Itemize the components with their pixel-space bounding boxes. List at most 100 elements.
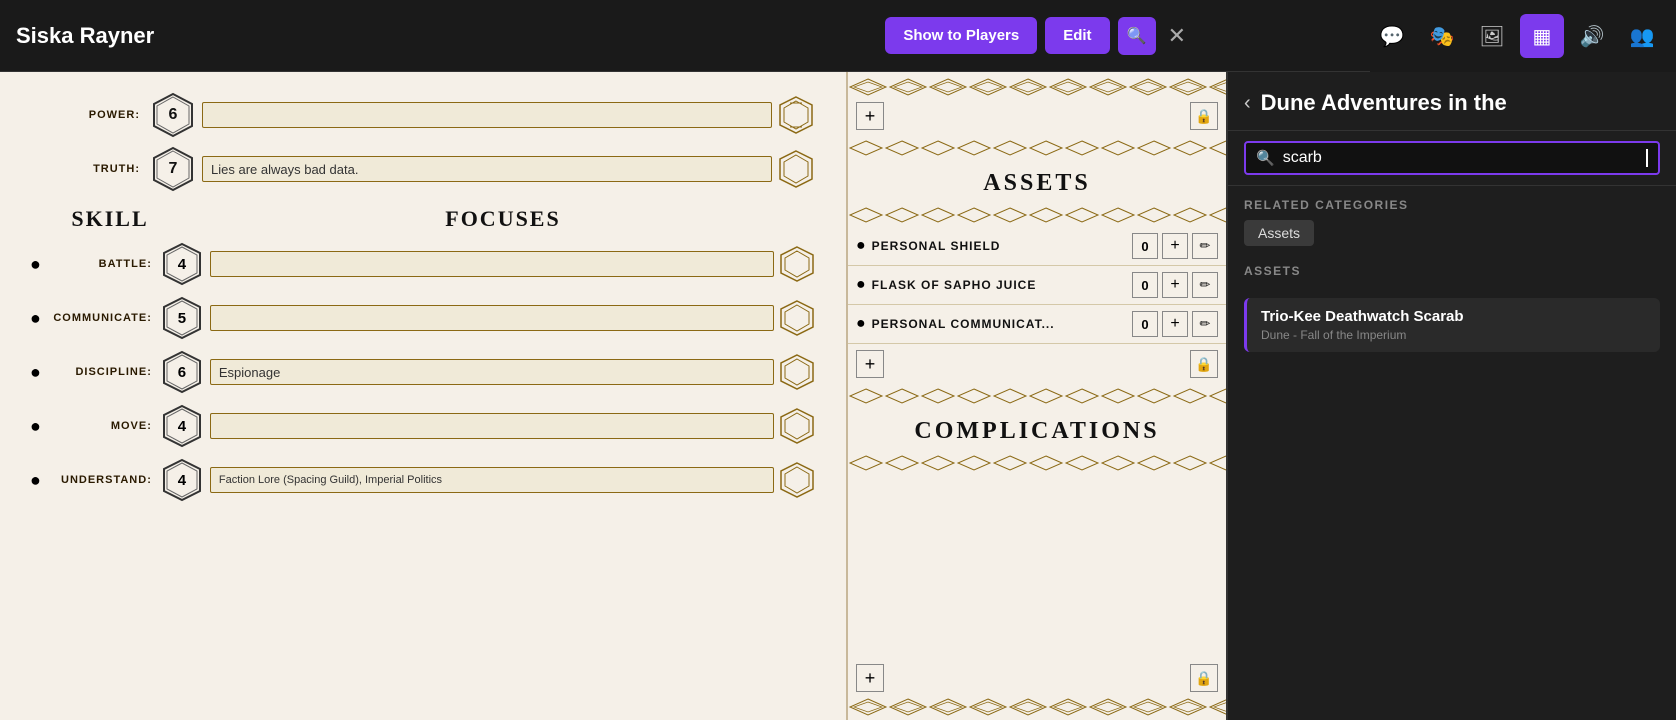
content-area: POWER: 6 <box>0 72 1676 720</box>
asset-row-flask: ● FLASK OF SAPHO JUICE 0 + ✏ <box>848 266 1226 305</box>
battle-value: 4 <box>178 256 186 273</box>
search-input[interactable] <box>1283 149 1646 167</box>
truth-hex: 7 <box>150 146 196 192</box>
sheet-inner: POWER: 6 <box>0 72 846 720</box>
user-icon[interactable]: 🎭 <box>1420 14 1464 58</box>
bottom-ornament <box>848 698 1226 716</box>
related-categories-label: RELATED CATEGORIES <box>1244 198 1660 212</box>
bullet-communicate: ● <box>30 308 41 329</box>
understand-hex: 4 <box>160 458 204 502</box>
assets-lock-button[interactable]: 🔒 <box>1190 350 1218 378</box>
communicate-hex: 5 <box>160 296 204 340</box>
skill-row-communicate: ● COMMUNICATE: 5 <box>30 296 816 340</box>
communicate-ornament <box>778 299 816 337</box>
related-categories-section: RELATED CATEGORIES Assets <box>1228 186 1676 252</box>
understand-ornament <box>778 461 816 499</box>
result-title-0: Trio-Kee Deathwatch Scarab <box>1261 308 1646 325</box>
battle-hex: 4 <box>160 242 204 286</box>
toolbar-actions: Show to Players Edit 🔍 ✕ <box>885 17 1186 55</box>
discipline-label: DISCIPLINE: <box>45 366 160 378</box>
back-button[interactable]: ‹ <box>1244 92 1251 115</box>
audio-icon[interactable]: 🔊 <box>1570 14 1614 58</box>
power-value: 6 <box>169 106 178 124</box>
truth-bar: Lies are always bad data. <box>202 156 772 182</box>
complications-title: COMPLICATIONS <box>848 418 1226 445</box>
move-value: 4 <box>178 418 186 435</box>
sidebar-title: Dune Adventures in the <box>1261 90 1507 116</box>
battle-label: BATTLE: <box>45 258 160 270</box>
show-to-players-button[interactable]: Show to Players <box>885 17 1037 54</box>
players-icon[interactable]: 👥 <box>1620 14 1664 58</box>
search-icon: 🔍 <box>1256 149 1275 167</box>
complications-ornament-top <box>848 388 1226 404</box>
grid-icon[interactable]: ▦ <box>1520 14 1564 58</box>
asset-row-personal-shield: ● PERSONAL SHIELD 0 + ✏ <box>848 227 1226 266</box>
right-column: + 🔒 ASSETS <box>846 72 1226 720</box>
skill-row-understand: ● UNDERSTAND: 4 Faction Lore (Spacing Gu… <box>30 458 816 502</box>
focus-column-header: FOCUSES <box>190 206 816 232</box>
complications-add-row: + 🔒 <box>848 658 1226 698</box>
assets-ornament-top <box>848 140 1226 156</box>
truth-value: 7 <box>169 160 178 178</box>
discipline-hex: 6 <box>160 350 204 394</box>
assets-ornament-bottom <box>848 207 1226 223</box>
skills-section: ● BATTLE: 4 <box>30 242 816 502</box>
add-top-button[interactable]: + <box>856 102 884 130</box>
battle-focus <box>210 251 774 277</box>
bullet-battle: ● <box>30 254 41 275</box>
chat-icon[interactable]: 💬 <box>1370 14 1414 58</box>
search-button[interactable]: 🔍 <box>1118 17 1156 55</box>
asset-edit-2[interactable]: ✏ <box>1192 272 1218 298</box>
asset-name-3: PERSONAL COMMUNICAT... <box>872 317 1132 331</box>
assets-category-tag[interactable]: Assets <box>1244 220 1314 246</box>
close-button[interactable]: ✕ <box>1168 23 1186 49</box>
asset-name-1: PERSONAL SHIELD <box>872 239 1132 253</box>
complications-add-button[interactable]: + <box>856 664 884 692</box>
asset-add-2[interactable]: + <box>1162 272 1188 298</box>
assets-results-label: ASSETS <box>1244 264 1660 278</box>
assets-results-section: ASSETS <box>1228 252 1676 292</box>
result-item-0[interactable]: Trio-Kee Deathwatch Scarab Dune - Fall o… <box>1244 298 1660 352</box>
result-subtitle-0: Dune - Fall of the Imperium <box>1261 328 1646 342</box>
stat-row-truth: TRUTH: 7 Lies are always bad data. <box>30 146 816 192</box>
understand-label: UNDERSTAND: <box>45 474 160 486</box>
move-hex: 4 <box>160 404 204 448</box>
bullet-discipline: ● <box>30 362 41 383</box>
assets-title: ASSETS <box>848 170 1226 197</box>
top-ornament <box>848 78 1226 96</box>
asset-count-1: 0 <box>1132 233 1158 259</box>
asset-edit-3[interactable]: ✏ <box>1192 311 1218 337</box>
truth-bar-end-ornament <box>776 149 816 189</box>
toolbar: Siska Rayner Show to Players Edit 🔍 ✕ 💬 … <box>0 0 1676 72</box>
assets-add-button[interactable]: + <box>856 350 884 378</box>
move-focus <box>210 413 774 439</box>
asset-add-1[interactable]: + <box>1162 233 1188 259</box>
bullet-understand: ● <box>30 470 41 491</box>
bullet-move: ● <box>30 416 41 437</box>
bullet-3: ● <box>856 315 866 333</box>
asset-edit-1[interactable]: ✏ <box>1192 233 1218 259</box>
move-ornament <box>778 407 816 445</box>
sidebar-header: ‹ Dune Adventures in the <box>1228 72 1676 131</box>
power-label: POWER: <box>30 109 150 121</box>
top-add-row: + 🔒 <box>848 96 1226 136</box>
sidebar-search-section: 🔍 <box>1228 131 1676 186</box>
skill-focus-header: SKILL FOCUSES <box>30 206 816 232</box>
power-bar-end-ornament <box>776 95 816 135</box>
discipline-focus: Espionage <box>210 359 774 385</box>
text-cursor <box>1646 149 1648 167</box>
asset-add-3[interactable]: + <box>1162 311 1188 337</box>
edit-button[interactable]: Edit <box>1045 17 1109 54</box>
communicate-focus <box>210 305 774 331</box>
asset-count-2: 0 <box>1132 272 1158 298</box>
character-sheet: POWER: 6 <box>0 72 846 720</box>
assets-add-row: + 🔒 <box>848 344 1226 384</box>
lock-top-button[interactable]: 🔒 <box>1190 102 1218 130</box>
asset-name-2: FLASK OF SAPHO JUICE <box>872 278 1132 292</box>
sidebar: ‹ Dune Adventures in the 🔍 RELATED CATEG… <box>1226 72 1676 720</box>
move-label: MOVE: <box>45 420 160 432</box>
complications-lock-button[interactable]: 🔒 <box>1190 664 1218 692</box>
search-icon: 🔍 <box>1127 26 1147 46</box>
search-box: 🔍 <box>1244 141 1660 175</box>
image-icon[interactable]: 🖼 <box>1470 14 1514 58</box>
